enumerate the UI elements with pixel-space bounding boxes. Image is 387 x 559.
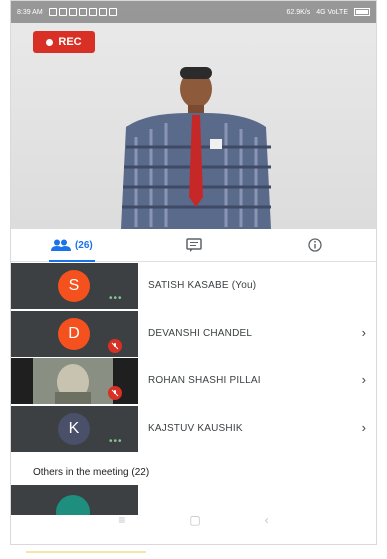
speaking-indicator-icon: ••• [109,293,123,304]
participant-tile: S ••• [11,263,138,309]
avatar: K [58,413,90,445]
android-nav-bar: ≡ ▢ ‹ [11,505,376,535]
mic-muted-icon [108,386,122,400]
participant-tile: D [11,311,138,357]
speaking-indicator-icon: ••• [109,436,123,447]
battery-icon [354,8,370,16]
tab-people[interactable]: (26) [11,229,133,262]
chat-icon [185,238,202,252]
divider [26,551,146,553]
participant-tile: K ••• [11,406,138,452]
people-icon [50,239,71,251]
participant-name: DEVANSHI CHANDEL [148,328,253,339]
meeting-screen: REC 8:39 AM 62.9K/s 4G VoLTE (26) S ••• … [10,0,377,545]
participant-video-thumbnail [33,358,113,404]
network-speed: 62.9K/s [286,8,311,16]
participant-name: ROHAN SHASHI PILLAI [148,375,261,386]
rec-dot-icon [46,38,54,46]
chevron-right-icon[interactable]: › [362,372,366,387]
tab-info[interactable] [254,229,376,261]
status-bar: 8:39 AM 62.9K/s 4G VoLTE [11,1,376,23]
network-type: 4G VoLTE [316,8,348,16]
avatar: S [58,270,90,302]
meeting-tabs: (26) [11,229,376,262]
participant-row[interactable]: S ••• SATISH KASABE (You) [11,263,376,309]
chevron-right-icon[interactable]: › [362,420,366,435]
participant-name: SATISH KASABE (You) [148,280,257,291]
participant-row[interactable]: ROHAN SHASHI PILLAI › [11,358,376,404]
participant-tile [11,358,138,404]
home-icon[interactable]: ▢ [189,513,200,527]
back-icon[interactable]: ‹ [265,513,269,527]
avatar: D [58,318,90,350]
recording-badge: REC [33,31,95,53]
participant-name: KAJSTUV KAUSHIK [148,423,243,434]
info-icon [308,238,322,252]
participant-row[interactable]: D DEVANSHI CHANDEL › [11,311,376,357]
participant-video-person [121,67,271,229]
notification-icons [48,8,117,16]
others-section-label: Others in the meeting (22) [33,467,150,478]
status-time: 8:39 AM [17,8,43,16]
participant-row[interactable]: K ••• KAJSTUV KAUSHIK › [11,406,376,452]
main-video[interactable]: REC [11,1,376,229]
mic-muted-icon [108,339,122,353]
chevron-right-icon[interactable]: › [362,325,366,340]
people-count: (26) [74,239,93,251]
tab-chat[interactable] [133,229,255,261]
menu-icon[interactable]: ≡ [118,513,125,527]
rec-label: REC [58,36,82,48]
